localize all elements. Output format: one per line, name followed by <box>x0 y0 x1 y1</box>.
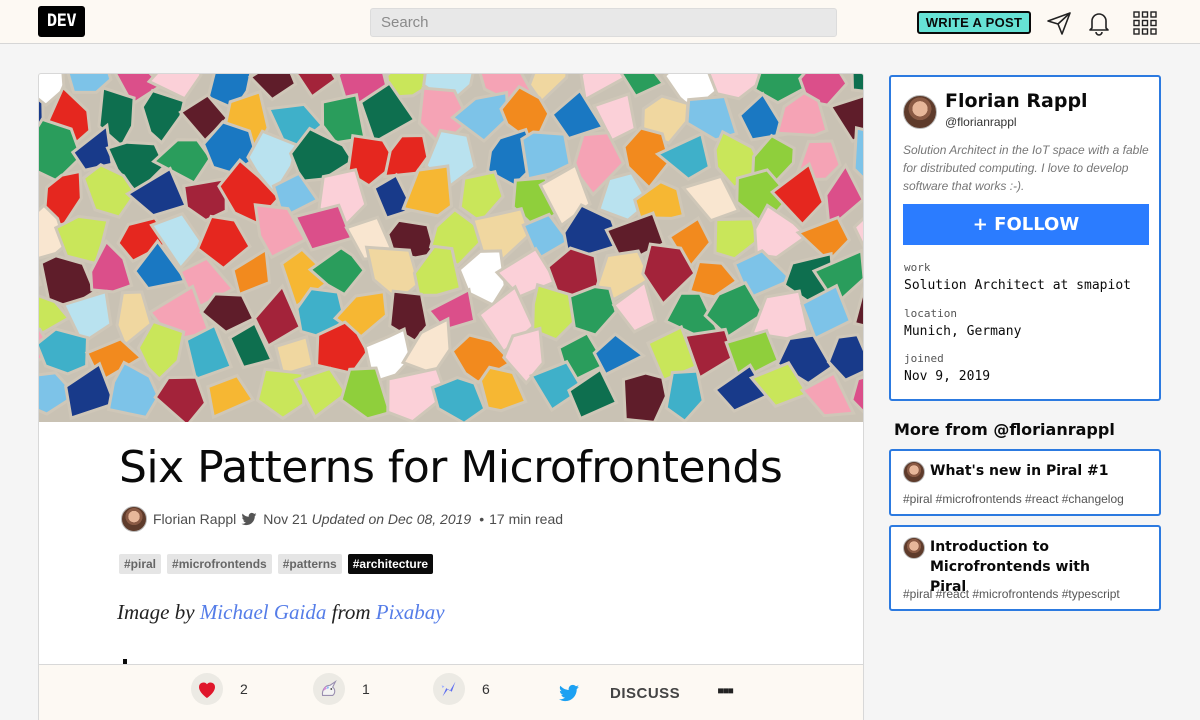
twitter-share-icon[interactable] <box>557 681 581 705</box>
mosaic-tile <box>140 88 187 145</box>
caption-prefix: Image by <box>117 600 195 624</box>
field-key: joined <box>904 352 944 365</box>
article-card: Six Patterns for Microfrontends Florian … <box>38 73 864 720</box>
caption-source-link[interactable]: Pixabay <box>376 600 445 624</box>
mosaic-tile <box>153 375 208 422</box>
author-profile-card: Florian Rappl @florianrappl Solution Arc… <box>889 75 1161 401</box>
published-date: Nov 21 <box>263 511 308 527</box>
mosaic-tile <box>294 74 339 100</box>
related-post-tags: #piral #microfrontends #react #changelog <box>903 492 1124 506</box>
heart-count: 2 <box>240 681 248 697</box>
related-post-avatar <box>903 461 925 483</box>
more-options-icon[interactable]: ▪▪▪ <box>717 681 734 701</box>
related-post-title[interactable]: What's new in Piral #1 <box>930 461 1109 481</box>
field-key: location <box>904 307 957 320</box>
related-post-card[interactable]: Introduction to Microfrontends with Pira… <box>889 525 1161 611</box>
heart-reaction-button[interactable]: 2 <box>191 673 248 705</box>
mosaic-tile <box>273 334 315 377</box>
cover-image <box>39 74 863 422</box>
mosaic-tile <box>255 367 306 421</box>
field-value: Solution Architect at smapiot <box>904 278 1131 293</box>
mosaic-tile <box>633 179 686 220</box>
tag-architecture[interactable]: #architecture <box>347 554 434 574</box>
mosaic-tile <box>253 203 308 260</box>
send-icon[interactable] <box>1045 9 1073 37</box>
profile-field-work: work Solution Architect at smapiot <box>904 261 1131 293</box>
mosaic-tile <box>549 88 606 141</box>
article-title: Six Patterns for Microfrontends <box>119 442 783 493</box>
mosaic-tile <box>713 217 760 261</box>
mosaic-tile <box>852 285 863 328</box>
mosaic-tile <box>850 74 863 93</box>
twitter-icon[interactable] <box>240 510 258 528</box>
author-name[interactable]: Florian Rappl <box>153 511 236 527</box>
mosaic-tile <box>621 371 668 422</box>
article-tags: #piral #microfrontends #patterns #archit… <box>119 554 434 574</box>
author-avatar[interactable] <box>121 506 147 532</box>
write-post-button[interactable]: WRITE A POST <box>917 11 1031 34</box>
discuss-button[interactable]: DISCUSS <box>610 685 680 702</box>
related-post-card[interactable]: What's new in Piral #1 #piral #microfron… <box>889 449 1161 516</box>
meta-separator: • <box>479 511 485 527</box>
follow-button[interactable]: + FOLLOW <box>903 204 1149 245</box>
profile-handle[interactable]: @florianrappl <box>945 115 1017 129</box>
profile-bio: Solution Architect in the IoT space with… <box>903 143 1149 193</box>
mosaic-tile <box>664 369 705 422</box>
top-bar: DEV WRITE A POST <box>0 0 1200 44</box>
profile-field-location: location Munich, Germany <box>904 307 1021 339</box>
heart-icon <box>191 673 223 705</box>
mosaic-tile <box>567 285 618 337</box>
updated-date: Updated on Dec 08, 2019 <box>311 511 472 527</box>
reaction-bar: 2 1 6 DISCUSS ▪▪▪ <box>39 664 863 720</box>
mosaic-tile <box>206 373 256 420</box>
dev-logo[interactable]: DEV <box>38 6 85 37</box>
read-time: 17 min read <box>489 511 564 527</box>
bell-icon[interactable] <box>1085 9 1113 37</box>
more-from-heading: More from @florianrappl <box>894 420 1115 439</box>
search-input[interactable] <box>370 8 837 37</box>
tag-microfrontends[interactable]: #microfrontends <box>167 554 272 574</box>
mosaic-tile <box>852 126 863 180</box>
unicorn-icon <box>313 673 345 705</box>
profile-avatar[interactable] <box>903 95 937 129</box>
field-value: Munich, Germany <box>904 324 1022 339</box>
profile-field-joined: joined Nov 9, 2019 <box>904 352 990 384</box>
related-post-tags: #piral #react #microfrontends #typescrip… <box>903 587 1120 601</box>
mosaic-tile <box>39 327 90 376</box>
mosaic-tile <box>685 94 739 142</box>
bookmark-icon <box>433 673 465 705</box>
tag-patterns[interactable]: #patterns <box>277 554 342 574</box>
mosaic-tile <box>430 376 487 422</box>
article-meta: Florian Rappl Nov 21 Updated on Dec 08, … <box>121 506 563 532</box>
image-caption: Image by Michael Gaida from Pixabay <box>117 600 445 625</box>
caption-middle: from <box>331 600 371 624</box>
mosaic-tile <box>619 74 666 99</box>
tag-piral[interactable]: #piral <box>119 554 162 574</box>
profile-name[interactable]: Florian Rappl <box>945 90 1088 112</box>
related-post-avatar <box>903 537 925 559</box>
bookmark-count: 6 <box>482 681 490 697</box>
field-value: Nov 9, 2019 <box>904 369 991 384</box>
field-key: work <box>904 261 931 274</box>
unicorn-count: 1 <box>362 681 370 697</box>
bookmark-reaction-button[interactable]: 6 <box>433 673 490 705</box>
caption-author-link[interactable]: Michael Gaida <box>200 600 327 624</box>
unicorn-reaction-button[interactable]: 1 <box>313 673 370 705</box>
apps-grid-icon[interactable] <box>1131 9 1159 37</box>
